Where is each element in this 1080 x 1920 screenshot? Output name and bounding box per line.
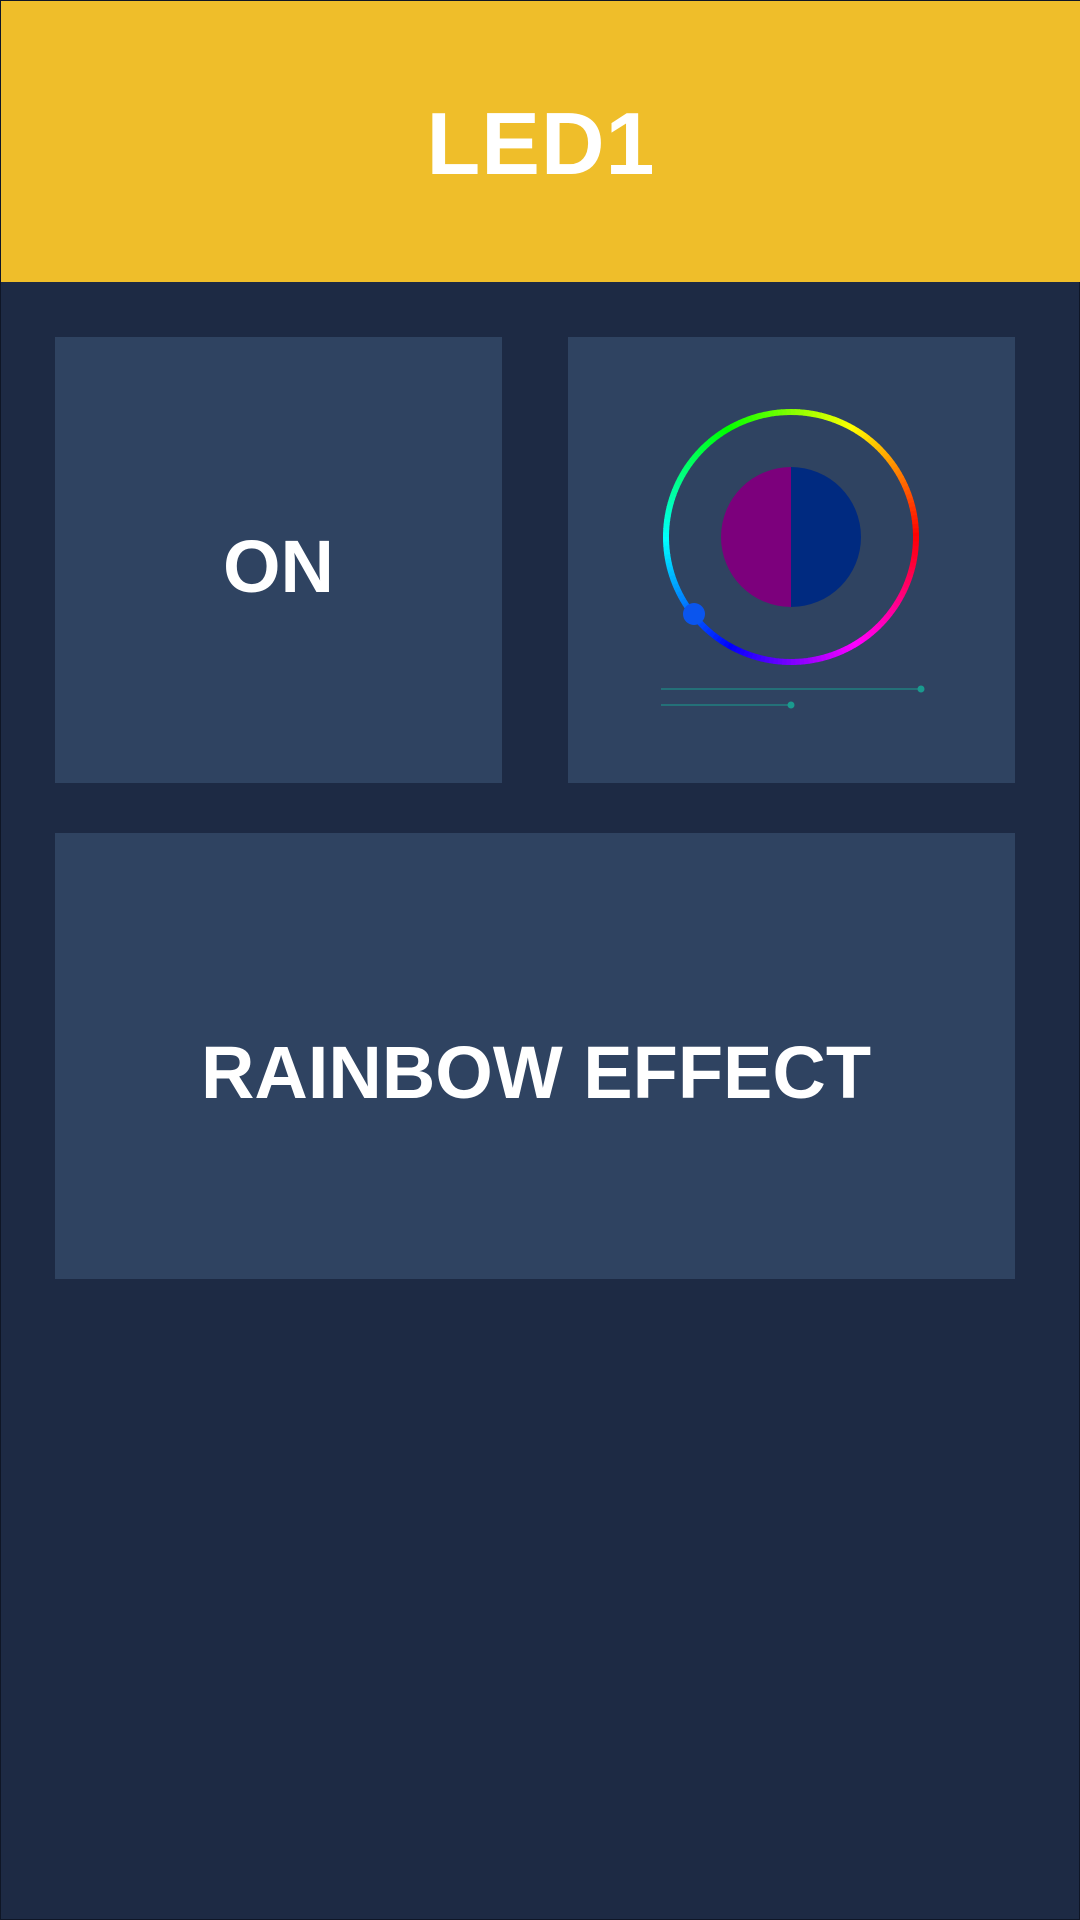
- brightness-slider[interactable]: [661, 685, 925, 693]
- previous-color-swatch: [721, 467, 791, 607]
- speed-slider[interactable]: [661, 701, 795, 709]
- page-title: LED1: [426, 93, 656, 193]
- current-color-swatch: [791, 467, 861, 607]
- app-screen: LED1 ON RAINBOW EFFECT: [0, 0, 1080, 1920]
- color-picker-tile: [568, 337, 1015, 783]
- header-bar: LED1: [1, 1, 1080, 282]
- color-wheel-widget[interactable]: [568, 337, 1015, 783]
- rainbow-effect-label: RAINBOW EFFECT: [200, 1030, 872, 1114]
- brightness-slider-thumb[interactable]: [917, 685, 925, 693]
- power-toggle-button[interactable]: ON: [55, 337, 502, 783]
- speed-slider-thumb[interactable]: [787, 701, 795, 709]
- power-toggle-label: ON: [223, 524, 334, 608]
- selected-color-preview: [721, 467, 861, 607]
- hue-selector-knob[interactable]: [683, 603, 705, 625]
- rainbow-effect-button[interactable]: RAINBOW EFFECT: [55, 833, 1015, 1279]
